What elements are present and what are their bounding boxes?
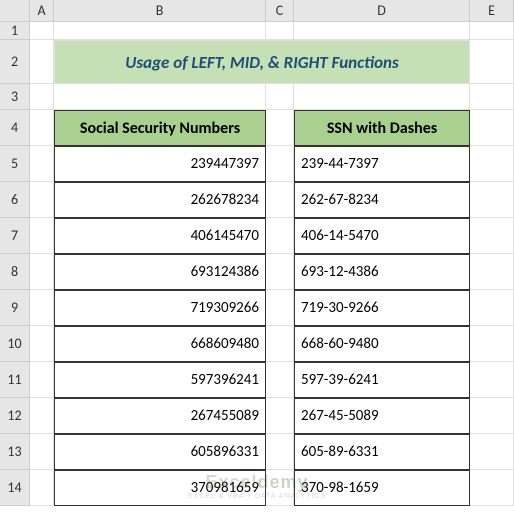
col-header-a[interactable]: A <box>30 0 54 21</box>
col-header-c[interactable]: C <box>266 0 294 21</box>
cell-c8[interactable] <box>266 254 294 290</box>
cell-e5[interactable] <box>470 146 514 182</box>
cell-a12[interactable] <box>30 398 54 434</box>
cell-e3[interactable] <box>470 84 514 110</box>
cell-e1[interactable] <box>470 22 514 40</box>
cell-c9[interactable] <box>266 290 294 326</box>
col-header-d[interactable]: D <box>294 0 470 21</box>
cell-c13[interactable] <box>266 434 294 470</box>
cell-dashed-6[interactable]: 597-39-6241 <box>294 362 470 398</box>
cell-dashed-9[interactable]: 370-98-1659 <box>294 470 470 506</box>
cell-ssn-6[interactable]: 597396241 <box>54 362 266 398</box>
cell-c3[interactable] <box>266 84 294 110</box>
row-header-5[interactable]: 5 <box>0 146 30 182</box>
cell-b3[interactable] <box>54 84 266 110</box>
cell-dashed-5[interactable]: 668-60-9480 <box>294 326 470 362</box>
cell-a6[interactable] <box>30 182 54 218</box>
row-header-10[interactable]: 10 <box>0 326 30 362</box>
cell-ssn-3[interactable]: 693124386 <box>54 254 266 290</box>
row-header-2[interactable]: 2 <box>0 40 30 84</box>
cell-ssn-5[interactable]: 668609480 <box>54 326 266 362</box>
select-all-corner[interactable] <box>0 0 30 21</box>
cell-dashed-4[interactable]: 719-30-9266 <box>294 290 470 326</box>
cell-ssn-7[interactable]: 267455089 <box>54 398 266 434</box>
cell-e8[interactable] <box>470 254 514 290</box>
cell-b1[interactable] <box>54 22 266 40</box>
cell-e13[interactable] <box>470 434 514 470</box>
row-header-6[interactable]: 6 <box>0 182 30 218</box>
cell-a14[interactable] <box>30 470 54 506</box>
cell-c5[interactable] <box>266 146 294 182</box>
cell-e12[interactable] <box>470 398 514 434</box>
row-header-13[interactable]: 13 <box>0 434 30 470</box>
cell-dashed-0[interactable]: 239-44-7397 <box>294 146 470 182</box>
cell-e11[interactable] <box>470 362 514 398</box>
cell-c4[interactable] <box>266 110 294 146</box>
cell-c6[interactable] <box>266 182 294 218</box>
row-header-4[interactable]: 4 <box>0 110 30 146</box>
column-headers: A B C D E <box>0 0 514 22</box>
cell-a3[interactable] <box>30 84 54 110</box>
cell-dashed-3[interactable]: 693-12-4386 <box>294 254 470 290</box>
cell-c14[interactable] <box>266 470 294 506</box>
cell-a8[interactable] <box>30 254 54 290</box>
cell-a9[interactable] <box>30 290 54 326</box>
cell-a13[interactable] <box>30 434 54 470</box>
row-header-1[interactable]: 1 <box>0 22 30 40</box>
row-header-9[interactable]: 9 <box>0 290 30 326</box>
cell-a1[interactable] <box>30 22 54 40</box>
cell-a4[interactable] <box>30 110 54 146</box>
cell-a10[interactable] <box>30 326 54 362</box>
cell-c7[interactable] <box>266 218 294 254</box>
row-header-3[interactable]: 3 <box>0 84 30 110</box>
cell-e10[interactable] <box>470 326 514 362</box>
cell-c11[interactable] <box>266 362 294 398</box>
cell-e2[interactable] <box>470 40 514 84</box>
cell-c1[interactable] <box>266 22 294 40</box>
row-header-8[interactable]: 8 <box>0 254 30 290</box>
cell-ssn-1[interactable]: 262678234 <box>54 182 266 218</box>
cell-e6[interactable] <box>470 182 514 218</box>
cell-a11[interactable] <box>30 362 54 398</box>
cell-c10[interactable] <box>266 326 294 362</box>
cell-dashed-7[interactable]: 267-45-5089 <box>294 398 470 434</box>
col-header-b[interactable]: B <box>54 0 266 21</box>
cell-e7[interactable] <box>470 218 514 254</box>
cell-e4[interactable] <box>470 110 514 146</box>
row-header-12[interactable]: 12 <box>0 398 30 434</box>
spreadsheet: A B C D E 1 2 3 4 5 6 7 8 9 10 11 12 13 … <box>0 0 514 515</box>
cell-e9[interactable] <box>470 290 514 326</box>
row-header-14[interactable]: 14 <box>0 470 30 506</box>
cell-a7[interactable] <box>30 218 54 254</box>
header-dashed[interactable]: SSN with Dashes <box>294 110 470 146</box>
row-header-11[interactable]: 11 <box>0 362 30 398</box>
cells-area: Usage of LEFT, MID, & RIGHT Functions So… <box>30 22 514 506</box>
row-headers: 1 2 3 4 5 6 7 8 9 10 11 12 13 14 <box>0 22 30 506</box>
cell-ssn-4[interactable]: 719309266 <box>54 290 266 326</box>
cell-dashed-1[interactable]: 262-67-8234 <box>294 182 470 218</box>
cell-ssn-8[interactable]: 605896331 <box>54 434 266 470</box>
row-header-7[interactable]: 7 <box>0 218 30 254</box>
cell-c12[interactable] <box>266 398 294 434</box>
col-header-e[interactable]: E <box>470 0 514 21</box>
header-ssn[interactable]: Social Security Numbers <box>54 110 266 146</box>
cell-ssn-0[interactable]: 239447397 <box>54 146 266 182</box>
cell-ssn-9[interactable]: 370981659 <box>54 470 266 506</box>
cell-dashed-8[interactable]: 605-89-6331 <box>294 434 470 470</box>
title-cell[interactable]: Usage of LEFT, MID, & RIGHT Functions <box>54 40 470 84</box>
cell-dashed-2[interactable]: 406-14-5470 <box>294 218 470 254</box>
cell-e14[interactable] <box>470 470 514 506</box>
cell-ssn-2[interactable]: 406145470 <box>54 218 266 254</box>
cell-d1[interactable] <box>294 22 470 40</box>
cell-d3[interactable] <box>294 84 470 110</box>
cell-a5[interactable] <box>30 146 54 182</box>
cell-a2[interactable] <box>30 40 54 84</box>
